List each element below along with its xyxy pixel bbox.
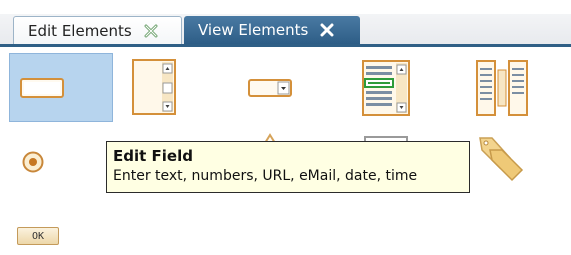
palette-item-tag[interactable] — [470, 130, 530, 190]
palette-item-edit-field[interactable] — [9, 53, 113, 122]
dropdown-field-icon — [248, 79, 292, 97]
palette-item-text-area[interactable] — [120, 53, 224, 122]
dual-list-icon — [476, 60, 528, 116]
tag-icon — [479, 137, 524, 182]
tooltip-title: Edit Field — [113, 147, 193, 165]
radio-button-icon — [22, 151, 44, 173]
tab-label: View Elements — [198, 21, 309, 39]
tab-view-elements[interactable]: View Elements — [184, 16, 360, 44]
palette-item-dual-list[interactable] — [455, 53, 559, 122]
ok-button-label: OK — [31, 230, 45, 242]
palette-item-dropdown[interactable] — [230, 53, 334, 122]
palette-item-list-box[interactable] — [345, 53, 449, 122]
tab-bar: Edit Elements View Elements — [0, 14, 571, 47]
list-box-icon — [362, 60, 410, 116]
palette-item-radio[interactable] — [9, 130, 69, 190]
tab-edit-elements[interactable]: Edit Elements — [13, 16, 182, 44]
tab-label: Edit Elements — [28, 21, 132, 40]
edit-field-icon — [20, 78, 64, 98]
close-tab-icon[interactable] — [320, 23, 334, 37]
scroll-textarea-icon — [132, 59, 176, 115]
tooltip-description: Enter text, numbers, URL, eMail, date, t… — [113, 168, 418, 184]
close-tab-icon[interactable] — [144, 24, 158, 38]
top-strip — [0, 0, 571, 14]
ok-button-icon[interactable]: OK — [17, 227, 59, 245]
tooltip: Edit Field Enter text, numbers, URL, eMa… — [106, 141, 470, 193]
